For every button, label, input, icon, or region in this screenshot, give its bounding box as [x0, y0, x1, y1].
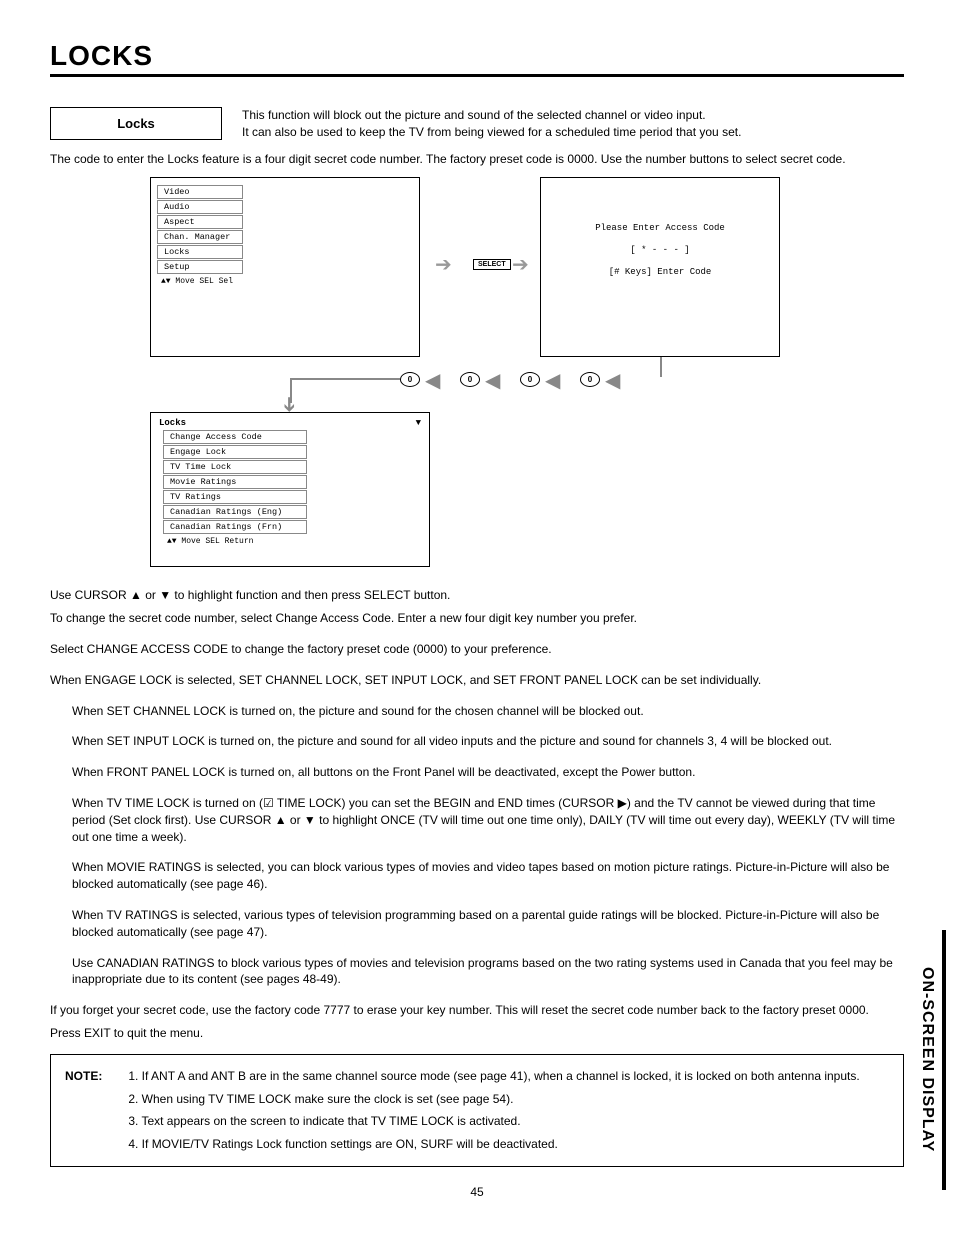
page-number: 45 [50, 1185, 904, 1199]
zero-key-icon: 0 [460, 372, 480, 387]
body-p8: When TV TIME LOCK is turned on (☑ TIME L… [72, 795, 904, 845]
body-p6: When SET INPUT LOCK is turned on, the pi… [72, 733, 904, 750]
menu-item: Aspect [157, 215, 243, 229]
page-title: LOCKS [50, 40, 904, 77]
pre-diagram-text: The code to enter the Locks feature is a… [50, 151, 904, 168]
menu-item-locks: Locks [157, 245, 243, 259]
locks-sub-item: Canadian Ratings (Frn) [163, 520, 307, 534]
locks-sub-item: TV Time Lock [163, 460, 307, 474]
locks-sub-item: Change Access Code [163, 430, 307, 444]
body-p13: Press EXIT to quit the menu. [50, 1025, 904, 1042]
body-p10: When TV RATINGS is selected, various typ… [72, 907, 904, 941]
body-p12: If you forget your secret code, use the … [50, 1002, 904, 1019]
access-line1: Please Enter Access Code [551, 218, 769, 240]
menu-item: Audio [157, 200, 243, 214]
note-item: 4. If MOVIE/TV Ratings Lock function set… [128, 1133, 882, 1156]
menu-item: Video [157, 185, 243, 199]
menu-item: Setup [157, 260, 243, 274]
locks-sub-item: Movie Ratings [163, 475, 307, 489]
menu-item: Chan. Manager [157, 230, 243, 244]
select-button-label: SELECT [473, 259, 511, 270]
arrow-left-icon: ◀ [605, 368, 620, 393]
body-p2: To change the secret code number, select… [50, 610, 904, 627]
access-line3: [# Keys] Enter Code [551, 262, 769, 284]
intro-text: This function will block out the picture… [242, 107, 904, 141]
arrow-right-icon: ➔ [512, 252, 529, 277]
locks-sub-item: Canadian Ratings (Eng) [163, 505, 307, 519]
zero-key-icon: 0 [520, 372, 540, 387]
body-p1: Use CURSOR ▲ or ▼ to highlight function … [50, 587, 904, 604]
locks-sub-item: TV Ratings [163, 490, 307, 504]
osd-locks-menu: Locks▼ Change Access Code Engage Lock TV… [150, 412, 430, 567]
note-box: NOTE: 1. If ANT A and ANT B are in the s… [50, 1054, 904, 1167]
side-tab: ON-SCREEN DISPLAY [918, 930, 946, 1190]
locks-sub-item: Engage Lock [163, 445, 307, 459]
note-item: 1. If ANT A and ANT B are in the same ch… [128, 1065, 882, 1088]
osd-access-code: Please Enter Access Code [ * - - - ] [# … [540, 177, 780, 357]
arrow-left-icon: ◀ [485, 368, 500, 393]
diagram-area: Video Audio Aspect Chan. Manager Locks S… [50, 177, 904, 567]
menu-footer: ▲▼ Move SEL Sel [157, 275, 413, 288]
intro-line1: This function will block out the picture… [242, 107, 904, 124]
body-p7: When FRONT PANEL LOCK is turned on, all … [72, 764, 904, 781]
note-item: 3. Text appears on the screen to indicat… [128, 1110, 882, 1133]
locks-menu-title: Locks▼ [155, 417, 425, 429]
arrow-left-icon: ◀ [545, 368, 560, 393]
intro-line2: It can also be used to keep the TV from … [242, 124, 904, 141]
note-item: 2. When using TV TIME LOCK make sure the… [128, 1088, 882, 1111]
osd-main-menu: Video Audio Aspect Chan. Manager Locks S… [150, 177, 420, 357]
zero-key-icon: 0 [580, 372, 600, 387]
body-p3: Select CHANGE ACCESS CODE to change the … [50, 641, 904, 658]
arrow-right-icon: ➔ [435, 252, 452, 277]
body-p11: Use CANADIAN RATINGS to block various ty… [72, 955, 904, 989]
down-arrow-icon: ▼ [416, 418, 421, 428]
section-label-box: Locks [50, 107, 222, 140]
arrow-left-icon: ◀ [425, 368, 440, 393]
locks-menu-footer: ▲▼ Move SEL Return [163, 535, 425, 548]
arrow-down-icon: ➔ [277, 397, 302, 414]
note-label: NOTE: [65, 1065, 125, 1088]
zero-key-icon: 0 [400, 372, 420, 387]
body-p4: When ENGAGE LOCK is selected, SET CHANNE… [50, 672, 904, 689]
body-p9: When MOVIE RATINGS is selected, you can … [72, 859, 904, 893]
access-line2: [ * - - - ] [551, 240, 769, 262]
body-p5: When SET CHANNEL LOCK is turned on, the … [72, 703, 904, 720]
